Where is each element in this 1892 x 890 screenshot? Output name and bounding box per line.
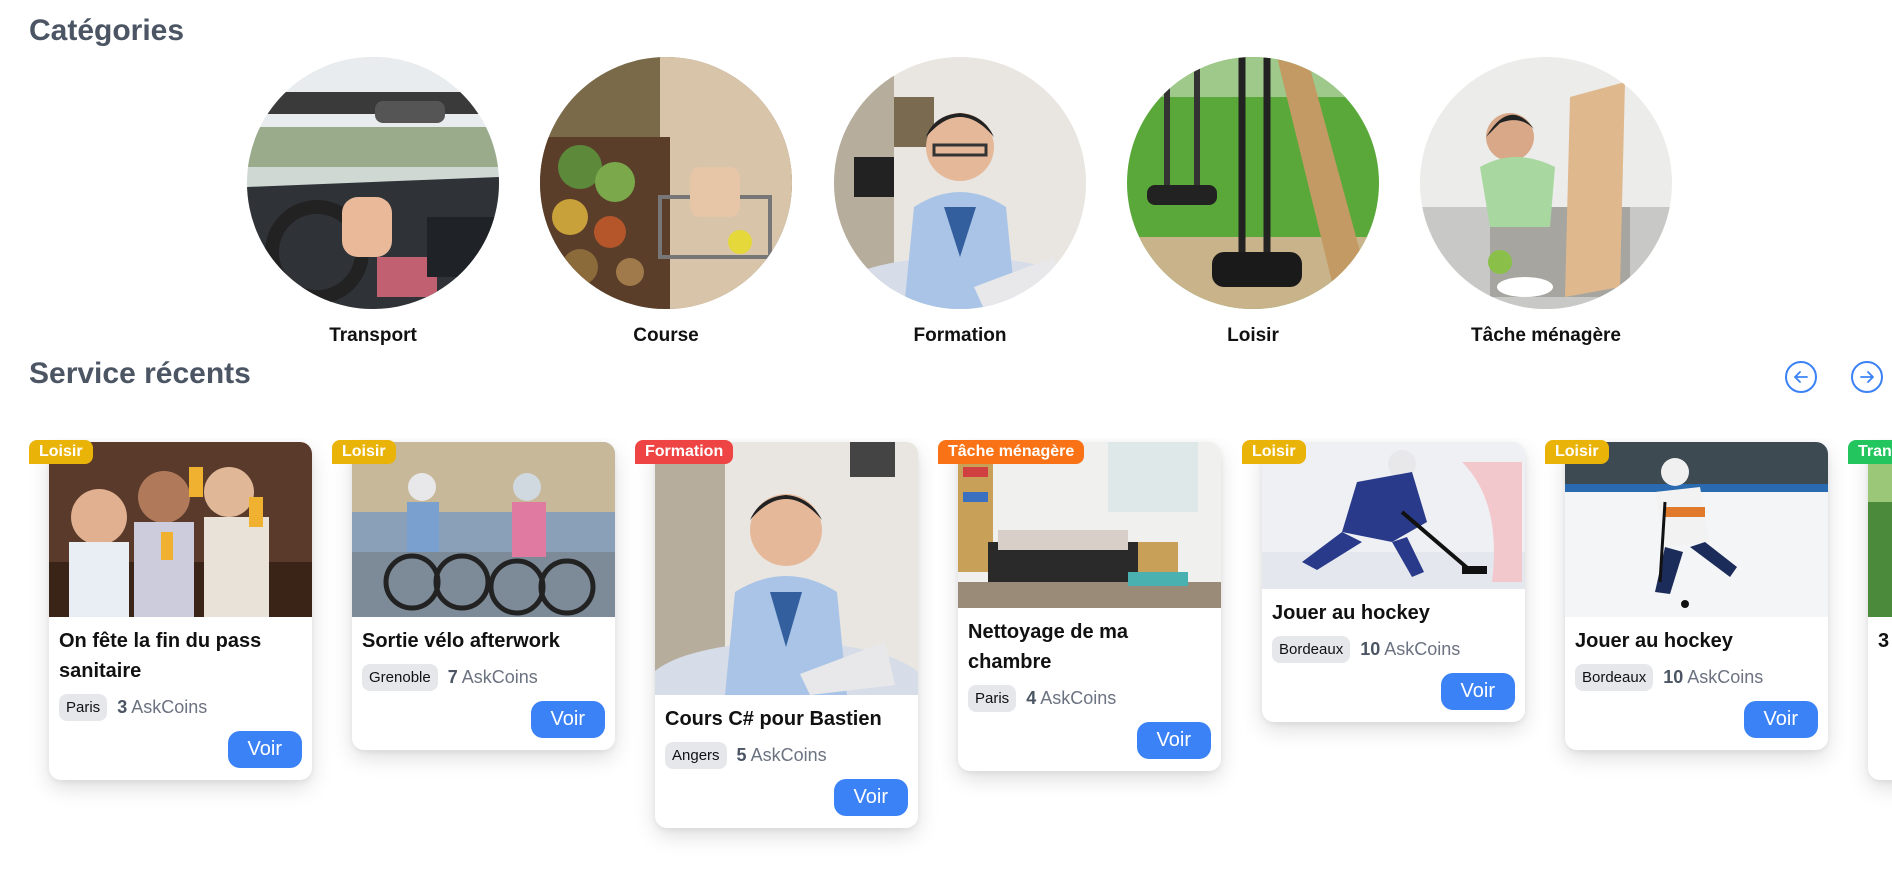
category-label: Loisir bbox=[1227, 325, 1279, 346]
service-title: Sortie vélo afterwork bbox=[362, 630, 560, 652]
category-badge: Loisir bbox=[1545, 440, 1609, 464]
category-course[interactable]: Course bbox=[540, 57, 792, 347]
city-tag: Bordeaux bbox=[1575, 664, 1654, 691]
city-tag: Grenoble bbox=[362, 664, 438, 691]
category-loisir[interactable]: Loisir bbox=[1127, 57, 1379, 347]
category-label: Formation bbox=[913, 325, 1007, 346]
category-formation[interactable]: Formation bbox=[834, 57, 1086, 347]
service-card-image bbox=[49, 442, 312, 617]
prev-button[interactable] bbox=[1785, 361, 1817, 393]
service-title: 3 bbox=[1878, 630, 1890, 652]
service-card: Formation Cours C# pour Bastien Angers 5… bbox=[635, 440, 918, 828]
service-card: Tâche ménagère Nettoyage de ma chambre P… bbox=[938, 440, 1221, 771]
voir-button[interactable]: Voir bbox=[227, 731, 302, 768]
service-title: Cours C# pour Bastien bbox=[665, 708, 882, 730]
category-image-tache-menagere bbox=[1420, 57, 1672, 309]
category-label: Course bbox=[633, 325, 699, 346]
service-card-image bbox=[352, 442, 615, 617]
next-button[interactable] bbox=[1851, 361, 1883, 393]
service-title: Nettoyage de ma chambre bbox=[968, 621, 1129, 673]
service-card: Loisir Sortie vélo afterwork Grenoble 7 … bbox=[332, 440, 615, 750]
category-badge: Loisir bbox=[29, 440, 93, 464]
category-label: Transport bbox=[329, 325, 417, 346]
service-card-image bbox=[1262, 442, 1525, 589]
category-label: Tâche ménagère bbox=[1471, 325, 1621, 346]
arrow-left-icon bbox=[1794, 371, 1808, 383]
service-card-image bbox=[1565, 442, 1828, 617]
askcoins-price: 5 AskCoins bbox=[736, 745, 827, 765]
category-tache-menagere[interactable]: Tâche ménagère bbox=[1420, 57, 1672, 347]
askcoins-price: 4 AskCoins bbox=[1026, 688, 1117, 708]
category-image-loisir bbox=[1127, 57, 1379, 309]
service-card: Tran 3 bbox=[1848, 440, 1892, 780]
service-card-image bbox=[1868, 442, 1892, 617]
category-badge: Tâche ménagère bbox=[938, 440, 1085, 464]
category-badge: Formation bbox=[635, 440, 734, 464]
voir-button[interactable]: Voir bbox=[1136, 722, 1211, 759]
categories-list: Transport Course Formation Loisir Tâche … bbox=[0, 57, 1892, 357]
service-title: Jouer au hockey bbox=[1575, 630, 1733, 652]
service-title: On fête la fin du pass sanitaire bbox=[59, 630, 262, 682]
voir-button[interactable]: Voir bbox=[833, 779, 908, 816]
service-card: Loisir Jouer au hockey Bordeaux 10 AskCo… bbox=[1242, 440, 1525, 722]
askcoins-price: 10 AskCoins bbox=[1663, 667, 1764, 687]
category-badge: Loisir bbox=[332, 440, 396, 464]
recent-services-carousel: Loisir On fête la fin du pass sanitaire … bbox=[0, 438, 1892, 890]
voir-button[interactable]: Voir bbox=[1440, 673, 1515, 710]
category-transport[interactable]: Transport bbox=[247, 57, 499, 347]
category-image-course bbox=[540, 57, 792, 309]
city-tag: Paris bbox=[968, 685, 1017, 712]
askcoins-price: 10 AskCoins bbox=[1360, 639, 1461, 659]
city-tag: Paris bbox=[59, 694, 108, 721]
category-badge: Loisir bbox=[1242, 440, 1306, 464]
voir-button[interactable]: Voir bbox=[1743, 701, 1818, 738]
category-badge: Tran bbox=[1848, 440, 1892, 464]
askcoins-price: 3 AskCoins bbox=[117, 697, 208, 717]
askcoins-price: 7 AskCoins bbox=[447, 667, 538, 687]
category-image-transport bbox=[247, 57, 499, 309]
categories-title: Catégories bbox=[29, 14, 185, 47]
voir-button[interactable]: Voir bbox=[530, 701, 605, 738]
recent-services-title: Service récents bbox=[29, 357, 251, 390]
service-card-image bbox=[655, 442, 918, 695]
city-tag: Bordeaux bbox=[1272, 636, 1351, 663]
service-title: Jouer au hockey bbox=[1272, 602, 1430, 624]
city-tag: Angers bbox=[665, 742, 727, 769]
arrow-right-icon bbox=[1860, 371, 1874, 383]
service-card-image bbox=[958, 442, 1221, 608]
category-image-formation bbox=[834, 57, 1086, 309]
service-card: Loisir Jouer au hockey Bordeaux 10 AskCo… bbox=[1545, 440, 1828, 750]
service-card: Loisir On fête la fin du pass sanitaire … bbox=[29, 440, 312, 780]
